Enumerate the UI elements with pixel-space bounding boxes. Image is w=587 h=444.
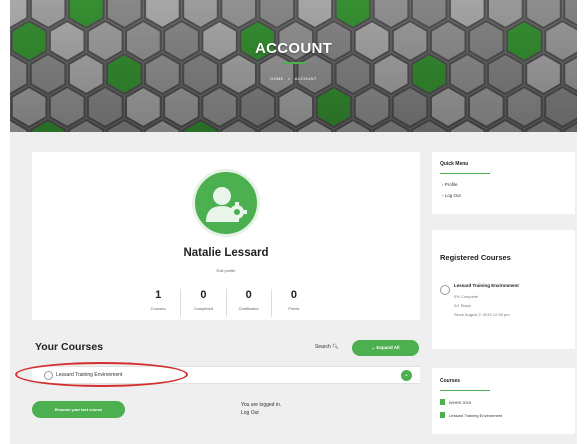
breadcrumb-home[interactable]: HOME xyxy=(270,76,283,81)
stat-label: Courses xyxy=(150,306,166,311)
page-title: ACCOUNT xyxy=(254,40,333,57)
stat-certificates: 0 Certificates xyxy=(225,289,271,317)
your-courses-heading: Your Courses xyxy=(35,341,104,353)
hero-banner: ACCOUNT HOME » ACCOUNT xyxy=(10,0,577,132)
left-margin xyxy=(0,0,10,444)
course-search[interactable]: Search 🔍︎ xyxy=(315,344,339,350)
profile-card: Natalie Lessard Edit profile 1 Courses 0… xyxy=(32,152,420,320)
stats-row: 1 Courses 0 Completed 0 Certificates 0 P… xyxy=(136,289,316,317)
course-steps: 0/1 Steps xyxy=(454,303,471,308)
title-underline xyxy=(440,173,490,174)
course-link[interactable]: Lessard Training Environment xyxy=(440,412,502,418)
breadcrumb-current: ACCOUNT xyxy=(294,76,317,81)
stat-label: Points xyxy=(288,306,300,311)
title-underline xyxy=(440,390,490,391)
chevron-down-icon: ⌄ xyxy=(371,345,376,350)
course-progress: 0% Complete xyxy=(454,294,479,299)
login-status: You are logged in. Log Out xyxy=(241,401,281,417)
stat-value: 0 xyxy=(290,289,297,301)
resume-course-button[interactable]: Resume your last course xyxy=(32,401,125,418)
expand-course-icon[interactable]: ⌄ xyxy=(401,370,412,381)
stat-label: Certificates xyxy=(238,306,259,311)
hexagon-background xyxy=(10,0,577,132)
user-gear-icon xyxy=(206,187,247,222)
quick-menu-title: Quick Menu xyxy=(440,161,469,167)
registered-course-title[interactable]: Lessard Training Environment xyxy=(454,283,519,288)
stat-courses: 1 Courses xyxy=(136,289,180,317)
stat-points: 0 Points xyxy=(270,289,316,317)
user-name: Natalie Lessard xyxy=(183,247,269,259)
expand-all-button[interactable]: ⌄ Expand All xyxy=(352,340,419,356)
breadcrumb-separator: » xyxy=(288,76,291,81)
quick-menu-card: Quick Menu › Profile › Log Out xyxy=(432,152,575,214)
quick-menu-logout[interactable]: › Log Out xyxy=(442,193,461,198)
title-underline xyxy=(283,62,305,64)
document-icon xyxy=(440,399,445,405)
breadcrumb: HOME » ACCOUNT xyxy=(10,76,577,81)
course-link-label: Lessard Training Environment xyxy=(449,413,503,418)
course-since: Since August 2, 2019 12:09 pm xyxy=(454,312,510,317)
registered-courses-title: Registered Courses xyxy=(440,253,511,262)
annotation-ellipse xyxy=(15,362,188,387)
search-icon[interactable]: 🔍︎ xyxy=(332,344,338,350)
course-link-label: WHHS 2015 xyxy=(449,400,472,405)
document-icon xyxy=(440,412,445,418)
menu-item-label: Log Out xyxy=(444,193,461,198)
logout-link[interactable]: Log Out xyxy=(241,409,281,417)
stat-completed: 0 Completed xyxy=(180,289,225,317)
courses-title: Courses xyxy=(440,378,461,384)
stat-value: 0 xyxy=(245,289,252,301)
menu-item-label: Profile xyxy=(444,182,458,187)
course-link[interactable]: WHHS 2015 xyxy=(440,399,471,405)
right-margin xyxy=(577,0,587,444)
edit-profile-link[interactable]: Edit profile xyxy=(32,268,420,273)
courses-card: Courses WHHS 2015 Lessard Training Envir… xyxy=(432,368,575,434)
stat-value: 1 xyxy=(155,289,162,301)
stat-label: Completed xyxy=(193,306,214,311)
quick-menu-profile[interactable]: › Profile xyxy=(442,182,458,187)
course-status-circle-icon xyxy=(440,285,450,295)
user-settings-avatar-icon xyxy=(192,169,260,237)
expand-all-label: Expand All xyxy=(376,345,400,350)
stat-value: 0 xyxy=(200,289,207,301)
registered-courses-card: Registered Courses Lessard Training Envi… xyxy=(432,230,575,349)
search-label: Search xyxy=(315,344,331,350)
logged-in-text: You are logged in. xyxy=(241,402,282,408)
